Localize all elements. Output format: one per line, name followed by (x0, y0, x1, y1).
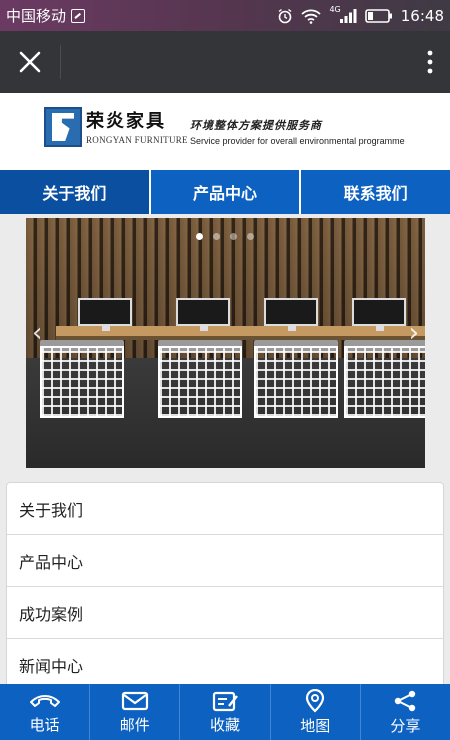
carousel-prev-icon[interactable]: ‹ (32, 320, 42, 346)
call-button[interactable]: 电话 (0, 684, 91, 740)
banner-carousel[interactable]: ‹ › (26, 218, 425, 468)
tagline: 环境整体方案提供服务商 Service provider for overall… (190, 117, 405, 146)
menu-list: 关于我们 产品中心 成功案例 新闻中心 (6, 482, 444, 692)
share-button[interactable]: 分享 (361, 684, 450, 740)
alarm-icon (277, 8, 293, 24)
carousel-dots (196, 233, 254, 240)
email-label: 邮件 (119, 715, 150, 734)
site-header: 荣炎家具 RONGYAN FURNITURE 环境整体方案提供服务商 Servi… (0, 93, 450, 170)
close-icon (19, 51, 41, 73)
email-button[interactable]: 邮件 (90, 684, 181, 740)
network-type: 4G (329, 5, 341, 14)
banner-monitor (176, 298, 230, 331)
main-nav: 关于我们 产品中心 联系我们 (0, 170, 450, 214)
favorite-button[interactable]: 收藏 (180, 684, 271, 740)
banner-wire-cage (40, 346, 124, 418)
share-label: 分享 (390, 716, 421, 735)
close-button[interactable] (0, 31, 60, 93)
carrier-name: 中国移动 (6, 7, 67, 25)
clock: 16:48 (400, 6, 444, 25)
tagline-english: Service provider for overall environment… (190, 136, 405, 146)
call-label: 电话 (29, 715, 60, 734)
map-label: 地图 (300, 716, 331, 735)
phone-icon (29, 694, 60, 707)
nav-about[interactable]: 关于我们 (0, 170, 151, 214)
more-vert-icon (427, 50, 433, 74)
favorite-label: 收藏 (210, 715, 241, 734)
carousel-dot[interactable] (230, 233, 237, 240)
menu-item-about[interactable]: 关于我们 (7, 483, 443, 535)
banner-monitor (264, 298, 318, 331)
logo-english-name: RONGYAN FURNITURE (86, 135, 188, 145)
carousel-next-icon[interactable]: › (409, 320, 419, 346)
map-button[interactable]: 地图 (271, 684, 361, 740)
banner-wire-cage (344, 346, 425, 418)
wifi-icon (301, 8, 322, 24)
menu-item-cases[interactable]: 成功案例 (7, 587, 443, 639)
tagline-chinese: 环境整体方案提供服务商 (190, 119, 322, 132)
banner-monitor (78, 298, 132, 331)
map-pin-icon (306, 688, 325, 713)
carousel-dot[interactable] (213, 233, 220, 240)
banner-wire-cage (254, 346, 338, 418)
banner-monitor (352, 298, 406, 331)
nav-products[interactable]: 产品中心 (151, 170, 302, 214)
banner-counter (56, 326, 425, 336)
banner-wire-cage (158, 346, 242, 418)
carousel-dot[interactable] (196, 233, 203, 240)
logo-chinese-name: 荣炎家具 (86, 111, 166, 132)
more-button[interactable] (410, 31, 450, 93)
bottom-action-bar: 电话 邮件 收藏 地图 分享 (0, 684, 450, 740)
status-bar: 中国移动 4G 16:48 (0, 0, 450, 31)
bookmark-icon (212, 691, 238, 711)
battery-icon (364, 8, 393, 24)
browser-toolbar (0, 31, 450, 93)
nav-contact[interactable]: 联系我们 (301, 170, 450, 214)
carousel-dot[interactable] (247, 233, 254, 240)
share-icon (395, 690, 416, 711)
logo-mark-icon (44, 107, 82, 147)
site-logo[interactable]: 荣炎家具 RONGYAN FURNITURE (44, 107, 188, 147)
menu-item-products[interactable]: 产品中心 (7, 535, 443, 587)
sim-icon (71, 8, 86, 23)
signal-icon: 4G (329, 5, 357, 24)
toolbar-divider (60, 45, 61, 79)
mail-icon (121, 691, 148, 710)
